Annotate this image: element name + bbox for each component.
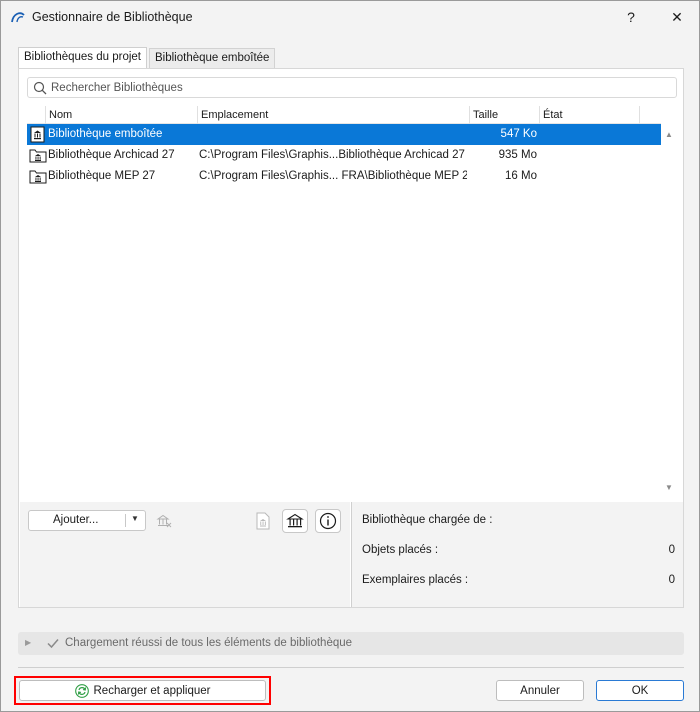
- embedded-library-icon: [30, 126, 45, 143]
- help-button[interactable]: ?: [609, 1, 653, 33]
- column-header-size[interactable]: Taille: [469, 106, 539, 124]
- library-name: Bibliothèque MEP 27: [48, 170, 156, 182]
- embedded-library-icon: [256, 512, 270, 530]
- column-header-state[interactable]: État: [539, 106, 639, 124]
- add-button-separator: [125, 514, 126, 527]
- add-library-label: Ajouter...: [53, 514, 99, 526]
- placed-instances-label: Exemplaires placés :: [362, 574, 469, 586]
- highlight-box: [14, 676, 271, 705]
- libraries-panel: Nom Emplacement Taille État Bibliothèque…: [18, 68, 684, 608]
- library-actions: Ajouter... ▼: [20, 502, 350, 607]
- folder-library-icon: [29, 170, 47, 184]
- status-text: Chargement réussi de tous les éléments d…: [65, 637, 353, 649]
- library-location: C:\Program Files\Graphis... FRA\Biblioth…: [199, 170, 467, 182]
- library-size: 935 Mo: [498, 149, 537, 161]
- library-manager-dialog: Gestionnaire de Bibliothèque ? ✕ Bibliot…: [0, 0, 700, 712]
- tab-embedded-library[interactable]: Bibliothèque emboîtée: [149, 48, 276, 69]
- library-list: Nom Emplacement Taille État Bibliothèque…: [27, 106, 661, 494]
- placed-objects-value: 0: [668, 544, 675, 556]
- column-header-location[interactable]: Emplacement: [197, 106, 469, 124]
- library-settings-button[interactable]: [282, 509, 308, 533]
- list-item[interactable]: Bibliothèque emboîtée 547 Ko: [27, 124, 661, 145]
- placed-instances-value: 0: [668, 574, 675, 586]
- loaded-from-label: Bibliothèque chargée de :: [362, 514, 493, 526]
- column-header-spacer: [639, 106, 661, 124]
- tab-bar: Bibliothèques du projet Bibliothèque emb…: [18, 47, 277, 69]
- check-icon: [47, 639, 59, 649]
- cancel-button[interactable]: Annuler: [496, 680, 584, 701]
- title-bar: Gestionnaire de Bibliothèque ? ✕: [1, 1, 699, 33]
- close-button[interactable]: ✕: [655, 1, 699, 33]
- expand-arrow-icon[interactable]: ▶: [25, 638, 31, 647]
- info-icon: [319, 512, 337, 530]
- library-info: Bibliothèque chargée de : Objets placés …: [351, 502, 683, 607]
- tab-project-libraries[interactable]: Bibliothèques du projet: [18, 47, 147, 69]
- library-name: Bibliothèque emboîtée: [48, 128, 163, 140]
- remove-library-icon: [156, 514, 172, 528]
- footer-divider: [18, 667, 684, 668]
- library-size: 547 Ko: [500, 128, 537, 140]
- list-scrollbar[interactable]: ▲ ▼: [661, 106, 677, 494]
- close-icon: ✕: [671, 8, 683, 25]
- window-title: Gestionnaire de Bibliothèque: [32, 10, 193, 24]
- library-location: C:\Program Files\Graphis...Bibliothèque …: [199, 149, 465, 161]
- ok-button[interactable]: OK: [596, 680, 684, 701]
- remove-library-button[interactable]: [151, 509, 177, 533]
- folder-library-icon: [29, 149, 47, 163]
- list-header: Nom Emplacement Taille État: [27, 106, 661, 124]
- chevron-down-icon[interactable]: ▼: [131, 514, 139, 523]
- archicad-logo-icon: [11, 12, 25, 23]
- placed-objects-label: Objets placés :: [362, 544, 439, 556]
- scroll-up-icon[interactable]: ▲: [665, 130, 673, 139]
- add-library-button[interactable]: Ajouter... ▼: [28, 510, 146, 531]
- library-name: Bibliothèque Archicad 27: [48, 149, 175, 161]
- list-item[interactable]: Bibliothèque MEP 27 C:\Program Files\Gra…: [27, 166, 661, 187]
- library-size: 16 Mo: [505, 170, 537, 182]
- info-button[interactable]: [315, 509, 341, 533]
- search-box[interactable]: [27, 77, 677, 98]
- column-header-name[interactable]: Nom: [45, 106, 197, 124]
- search-icon: [33, 81, 47, 95]
- list-item[interactable]: Bibliothèque Archicad 27 C:\Program File…: [27, 145, 661, 166]
- scroll-down-icon[interactable]: ▼: [665, 483, 673, 492]
- library-icon: [286, 513, 304, 528]
- embed-library-button[interactable]: [250, 509, 276, 533]
- status-bar[interactable]: ▶ Chargement réussi de tous les éléments…: [18, 632, 684, 655]
- search-input[interactable]: [51, 78, 671, 97]
